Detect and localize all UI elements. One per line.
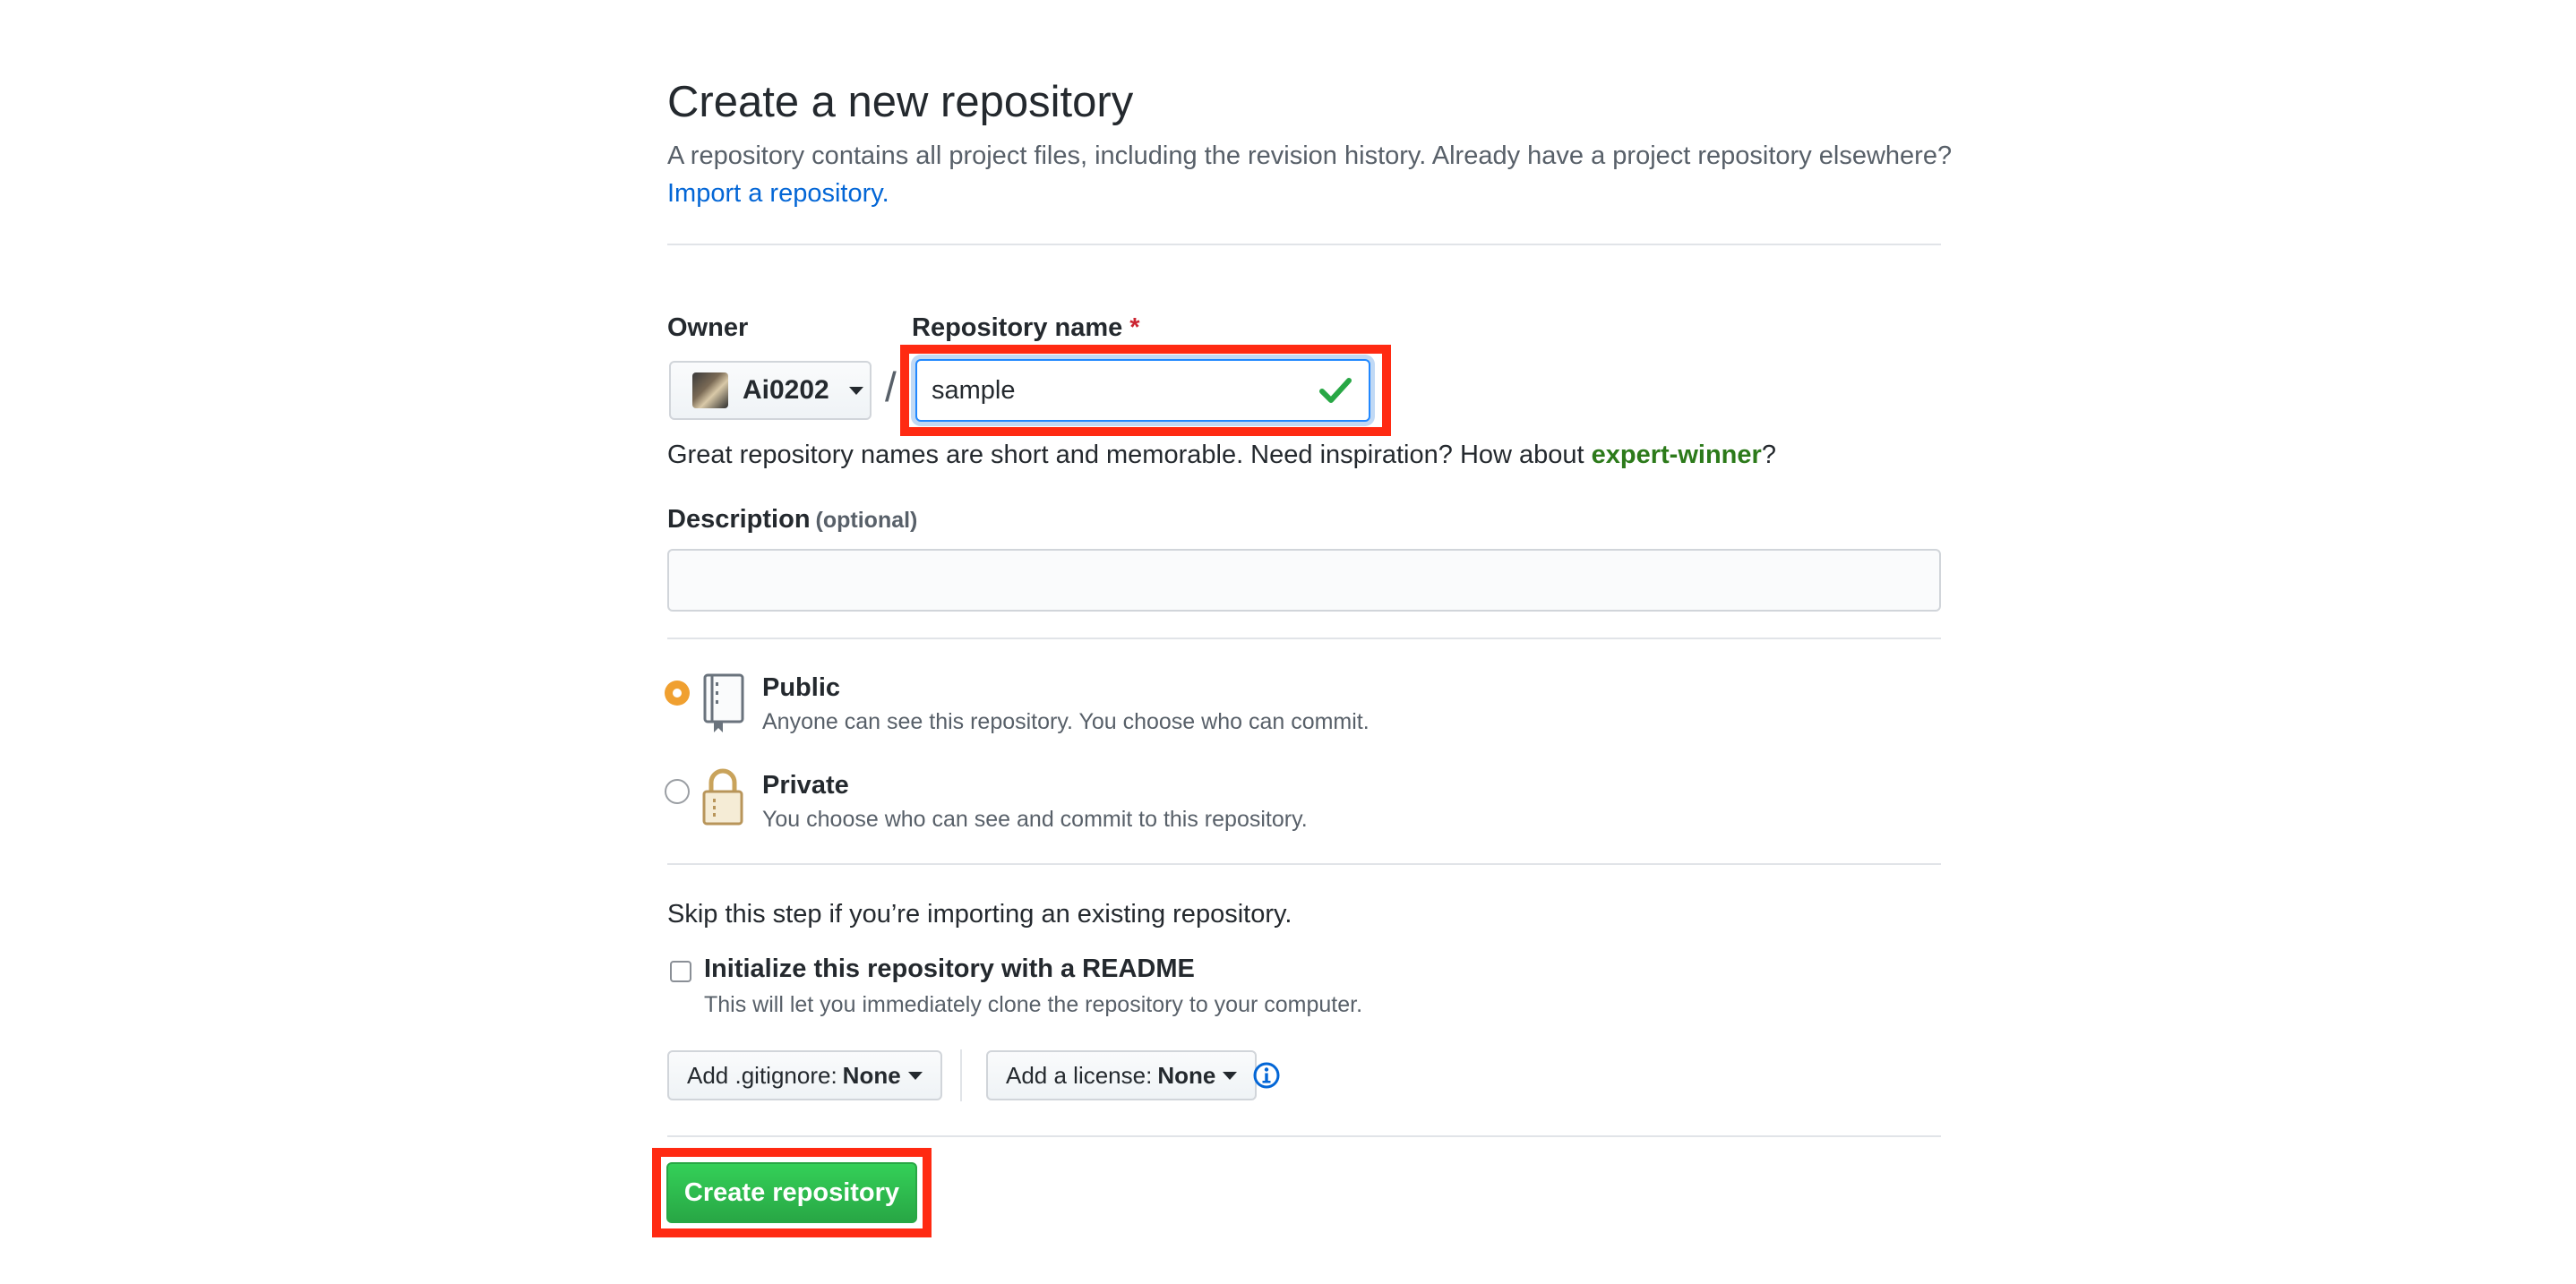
readme-label[interactable]: Initialize this repository with a README	[704, 954, 1195, 984]
info-icon[interactable]	[1252, 1061, 1281, 1090]
name-suggestion-link[interactable]: expert-winner	[1592, 441, 1762, 469]
skip-step-text: Skip this step if you’re importing an ex…	[667, 900, 1292, 929]
gitignore-dropdown[interactable]: Add .gitignore: None	[667, 1050, 942, 1100]
public-description: Anyone can see this repository. You choo…	[762, 709, 1370, 734]
license-label: Add a license:	[1006, 1061, 1153, 1089]
gitignore-label: Add .gitignore:	[687, 1061, 837, 1089]
readme-checkbox[interactable]	[670, 961, 691, 982]
new-repository-page: Create a new repository A repository con…	[0, 0, 2576, 1284]
owner-dropdown[interactable]: Ai0202	[669, 361, 872, 420]
description-label-text: Description	[667, 505, 811, 534]
caret-down-icon	[848, 386, 863, 395]
public-radio[interactable]	[665, 681, 690, 706]
repository-name-label-text: Repository name	[912, 313, 1123, 342]
description-label: Description (optional)	[667, 505, 917, 535]
owner-name-separator: /	[885, 364, 897, 410]
caret-down-icon	[907, 1071, 923, 1080]
divider	[667, 244, 1941, 245]
import-repository-link[interactable]: Import a repository.	[667, 179, 889, 209]
avatar	[692, 372, 728, 408]
repo-book-icon	[703, 673, 744, 732]
hint-suffix: ?	[1761, 441, 1776, 469]
repository-name-label: Repository name *	[912, 313, 1140, 343]
public-title: Public	[762, 673, 841, 702]
description-input[interactable]	[667, 549, 1941, 612]
hint-text: Great repository names are short and mem…	[667, 441, 1592, 469]
divider	[667, 863, 1941, 865]
lock-icon	[702, 768, 743, 826]
license-dropdown[interactable]: Add a license: None	[986, 1050, 1258, 1100]
description-optional: (optional)	[815, 508, 918, 533]
page-title: Create a new repository	[667, 78, 1134, 126]
owner-label: Owner	[667, 313, 749, 342]
private-title: Private	[762, 771, 849, 800]
check-icon	[1319, 378, 1352, 403]
create-repository-button[interactable]: Create repository	[666, 1162, 917, 1223]
readme-description: This will let you immediately clone the …	[704, 992, 1363, 1017]
divider	[667, 638, 1941, 639]
license-value: None	[1157, 1061, 1216, 1089]
gitignore-value: None	[842, 1061, 901, 1089]
required-mark: *	[1129, 313, 1140, 342]
owner-name: Ai0202	[743, 375, 829, 405]
vertical-divider	[960, 1049, 962, 1101]
private-description: You choose who can see and commit to thi…	[762, 807, 1308, 832]
repository-name-input[interactable]	[915, 359, 1370, 422]
private-radio[interactable]	[665, 779, 690, 804]
page-subtitle: A repository contains all project files,…	[667, 141, 1953, 170]
repository-name-hint: Great repository names are short and mem…	[667, 441, 1776, 470]
divider	[667, 1135, 1941, 1137]
caret-down-icon	[1223, 1071, 1238, 1080]
